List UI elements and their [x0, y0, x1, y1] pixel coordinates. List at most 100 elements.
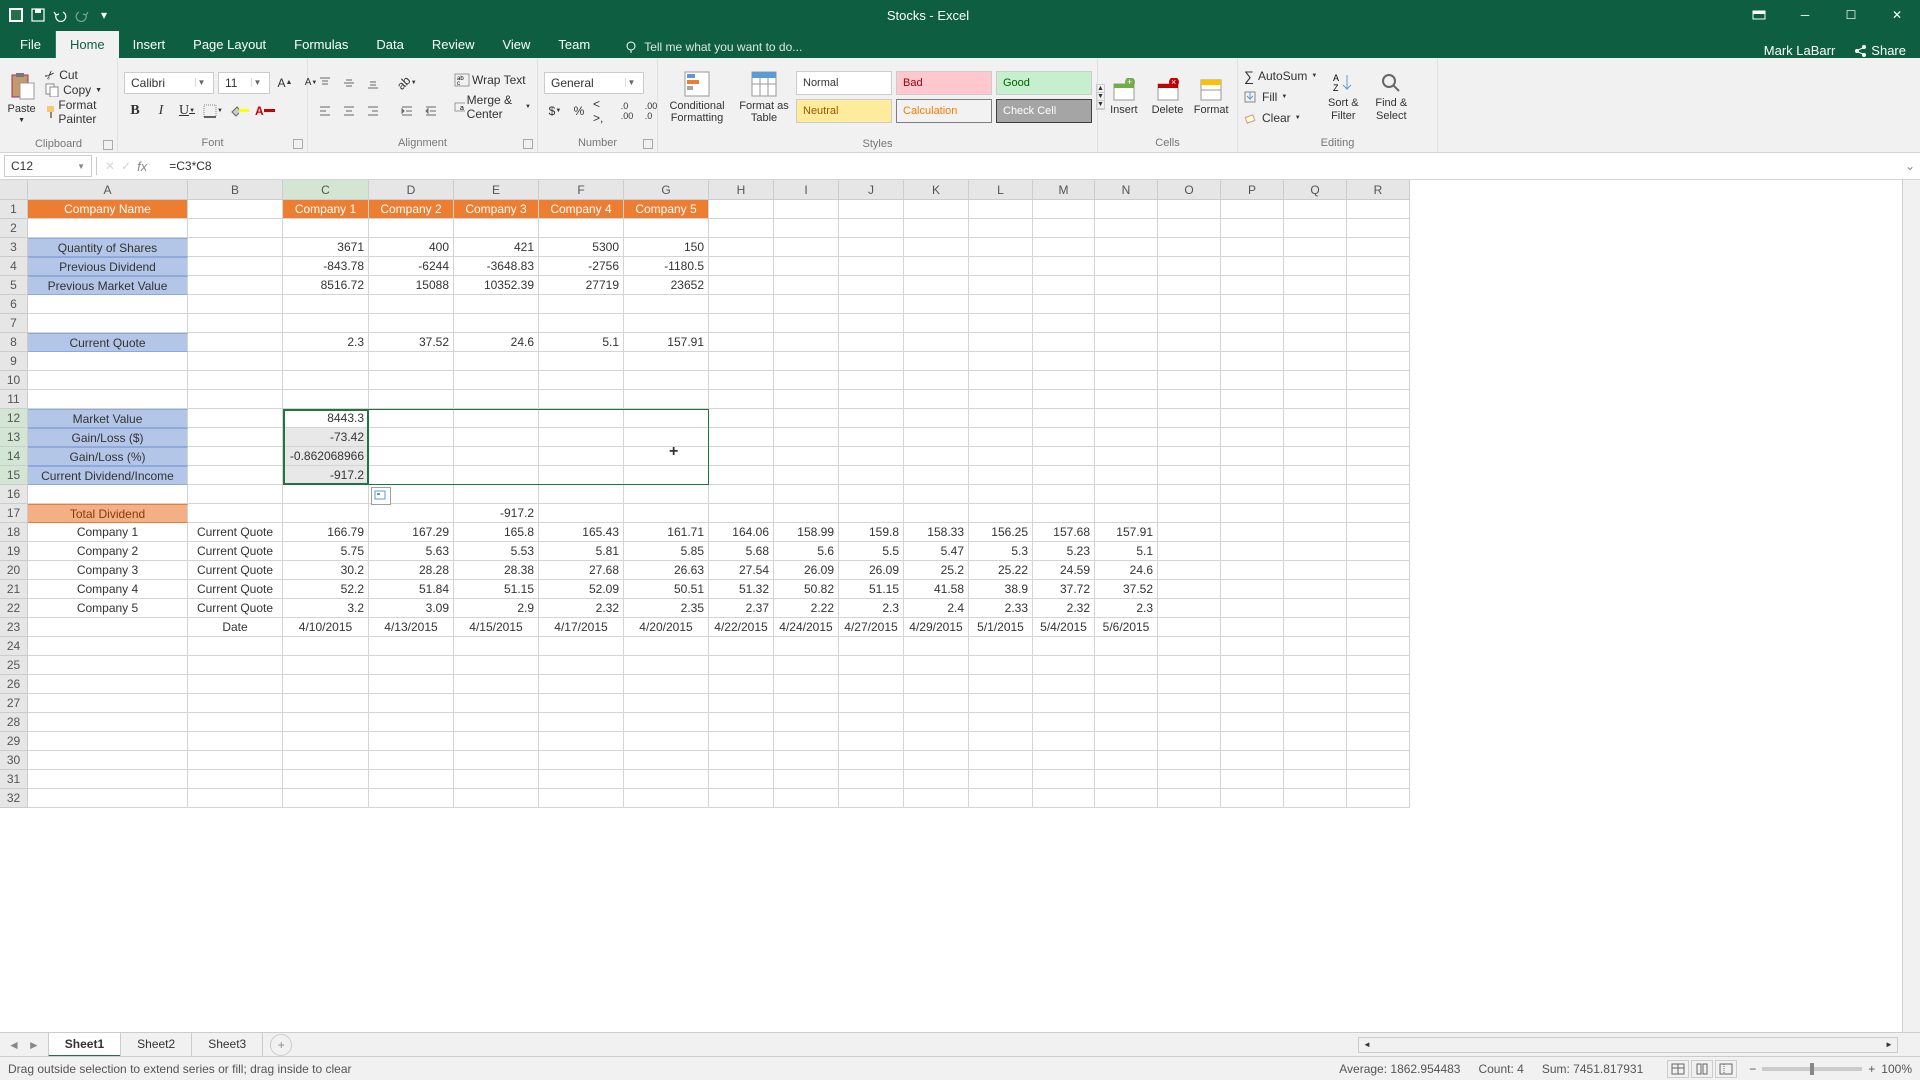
- cell-A1[interactable]: Company Name: [28, 200, 188, 219]
- cell-E17[interactable]: -917.2: [454, 504, 539, 523]
- cell-C11[interactable]: [283, 390, 369, 409]
- cell-R15[interactable]: [1347, 466, 1410, 485]
- row-header-9[interactable]: 9: [0, 352, 28, 371]
- cell-M16[interactable]: [1033, 485, 1095, 504]
- row-header-4[interactable]: 4: [0, 257, 28, 276]
- cell-G11[interactable]: [624, 390, 709, 409]
- cell-L14[interactable]: [969, 447, 1033, 466]
- paste-button[interactable]: Paste ▼: [6, 62, 37, 132]
- cell-E14[interactable]: [454, 447, 539, 466]
- cell-G5[interactable]: 23652: [624, 276, 709, 295]
- cell-Q4[interactable]: [1284, 257, 1347, 276]
- cell-G4[interactable]: -1180.5: [624, 257, 709, 276]
- col-header-B[interactable]: B: [188, 180, 283, 200]
- cell-B18[interactable]: Current Quote: [188, 523, 283, 542]
- cell-P18[interactable]: [1221, 523, 1284, 542]
- row-header-28[interactable]: 28: [0, 713, 28, 732]
- underline-button[interactable]: U▼: [176, 100, 198, 122]
- autosum-button[interactable]: ∑AutoSum ▼: [1244, 66, 1317, 86]
- cell-H30[interactable]: [709, 751, 774, 770]
- cell-A14[interactable]: Gain/Loss (%): [28, 447, 188, 466]
- cell-D11[interactable]: [369, 390, 454, 409]
- cell-C20[interactable]: 30.2: [283, 561, 369, 580]
- cell-M32[interactable]: [1033, 789, 1095, 808]
- cell-J6[interactable]: [839, 295, 904, 314]
- cell-K28[interactable]: [904, 713, 969, 732]
- cell-A18[interactable]: Company 1: [28, 523, 188, 542]
- sheet-tab-sheet2[interactable]: Sheet2: [120, 1032, 192, 1057]
- row-header-1[interactable]: 1: [0, 200, 28, 219]
- cell-N23[interactable]: 5/6/2015: [1095, 618, 1158, 637]
- increase-decimal-button[interactable]: .0.00: [616, 100, 638, 122]
- cell-I27[interactable]: [774, 694, 839, 713]
- horizontal-scrollbar[interactable]: ◄►: [1358, 1037, 1898, 1053]
- cell-Q13[interactable]: [1284, 428, 1347, 447]
- cell-L27[interactable]: [969, 694, 1033, 713]
- cell-H31[interactable]: [709, 770, 774, 789]
- number-dialog-launcher[interactable]: [643, 139, 653, 149]
- number-format-combo[interactable]: General▼: [544, 72, 644, 94]
- cell-O2[interactable]: [1158, 219, 1221, 238]
- cell-F3[interactable]: 5300: [539, 238, 624, 257]
- cell-K1[interactable]: [904, 200, 969, 219]
- ribbon-options-icon[interactable]: [1736, 0, 1782, 30]
- cell-K26[interactable]: [904, 675, 969, 694]
- cell-E15[interactable]: [454, 466, 539, 485]
- formula-input[interactable]: =C3*C8: [163, 159, 1900, 173]
- cell-Q23[interactable]: [1284, 618, 1347, 637]
- tab-formulas[interactable]: Formulas: [280, 31, 362, 58]
- cell-H3[interactable]: [709, 238, 774, 257]
- cell-J21[interactable]: 51.15: [839, 580, 904, 599]
- cell-A16[interactable]: [28, 485, 188, 504]
- cell-Q8[interactable]: [1284, 333, 1347, 352]
- cell-N1[interactable]: [1095, 200, 1158, 219]
- cell-F11[interactable]: [539, 390, 624, 409]
- cell-O11[interactable]: [1158, 390, 1221, 409]
- cell-O26[interactable]: [1158, 675, 1221, 694]
- cell-Q2[interactable]: [1284, 219, 1347, 238]
- font-size-combo[interactable]: 11▼: [218, 72, 270, 94]
- cell-M28[interactable]: [1033, 713, 1095, 732]
- cell-D2[interactable]: [369, 219, 454, 238]
- cell-A6[interactable]: [28, 295, 188, 314]
- cell-K9[interactable]: [904, 352, 969, 371]
- row-header-2[interactable]: 2: [0, 219, 28, 238]
- redo-icon[interactable]: [74, 7, 90, 23]
- row-header-32[interactable]: 32: [0, 789, 28, 808]
- cell-M9[interactable]: [1033, 352, 1095, 371]
- cell-R24[interactable]: [1347, 637, 1410, 656]
- cell-A23[interactable]: [28, 618, 188, 637]
- cell-C27[interactable]: [283, 694, 369, 713]
- cell-F16[interactable]: [539, 485, 624, 504]
- cell-P7[interactable]: [1221, 314, 1284, 333]
- align-right-button[interactable]: [362, 100, 384, 122]
- cell-I23[interactable]: 4/24/2015: [774, 618, 839, 637]
- cell-R25[interactable]: [1347, 656, 1410, 675]
- cell-Q15[interactable]: [1284, 466, 1347, 485]
- cell-E20[interactable]: 28.38: [454, 561, 539, 580]
- cell-M14[interactable]: [1033, 447, 1095, 466]
- cell-D31[interactable]: [369, 770, 454, 789]
- cell-G1[interactable]: Company 5: [624, 200, 709, 219]
- row-header-13[interactable]: 13: [0, 428, 28, 447]
- cell-C18[interactable]: 166.79: [283, 523, 369, 542]
- cell-P9[interactable]: [1221, 352, 1284, 371]
- cell-M2[interactable]: [1033, 219, 1095, 238]
- row-header-24[interactable]: 24: [0, 637, 28, 656]
- cell-R10[interactable]: [1347, 371, 1410, 390]
- tab-review[interactable]: Review: [418, 31, 489, 58]
- cell-D32[interactable]: [369, 789, 454, 808]
- cell-C29[interactable]: [283, 732, 369, 751]
- style-normal[interactable]: Normal: [796, 71, 892, 95]
- cell-B1[interactable]: [188, 200, 283, 219]
- cell-N24[interactable]: [1095, 637, 1158, 656]
- cell-B31[interactable]: [188, 770, 283, 789]
- cell-R17[interactable]: [1347, 504, 1410, 523]
- cell-R16[interactable]: [1347, 485, 1410, 504]
- cell-P20[interactable]: [1221, 561, 1284, 580]
- view-page-layout-icon[interactable]: [1691, 1060, 1713, 1078]
- cell-F15[interactable]: [539, 466, 624, 485]
- cell-B12[interactable]: [188, 409, 283, 428]
- cell-J17[interactable]: [839, 504, 904, 523]
- cell-I1[interactable]: [774, 200, 839, 219]
